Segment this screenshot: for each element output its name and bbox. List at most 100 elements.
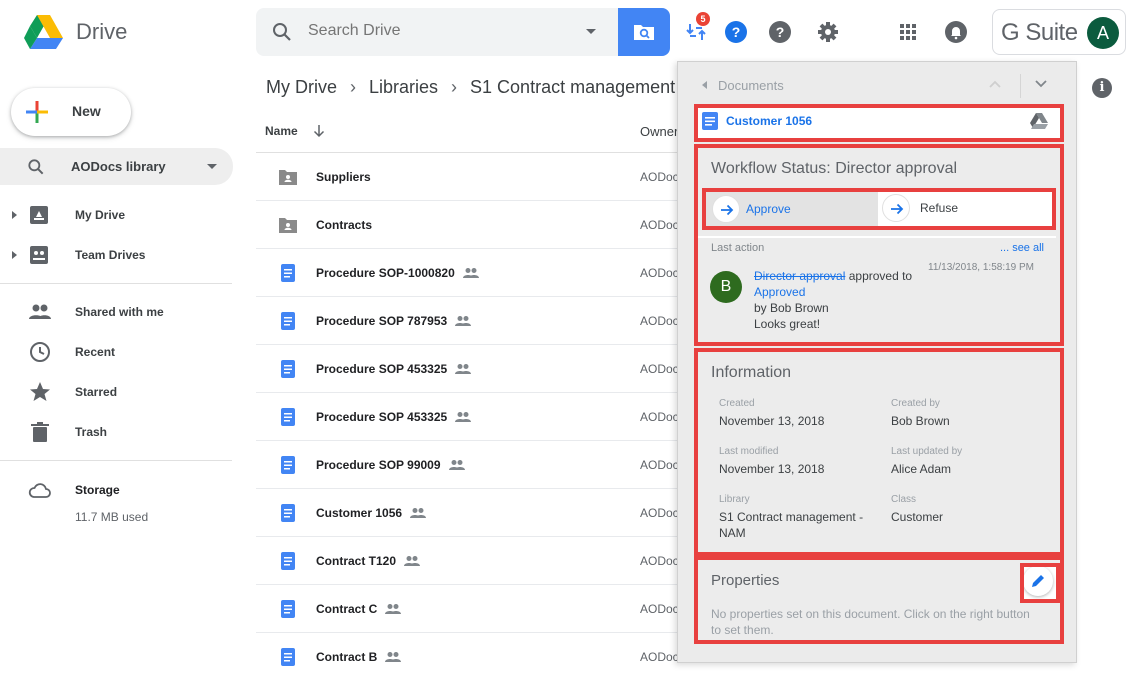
sidebar-item-label: Trash [75, 425, 108, 439]
table-row[interactable]: Procedure SOP 453325 AODocs [256, 345, 696, 393]
aodocs-search-button[interactable] [618, 8, 670, 56]
sidebar-item-recent[interactable]: Recent [0, 334, 240, 370]
search-options-dropdown-icon[interactable] [586, 29, 596, 34]
column-header-owner[interactable]: Owner [640, 124, 678, 139]
column-header-name[interactable]: Name [265, 124, 298, 138]
table-row[interactable]: Contract T120 AODocs [256, 537, 696, 585]
search-icon [273, 23, 291, 41]
file-name-text: Customer 1056 [316, 506, 403, 520]
sidebar-divider [0, 283, 232, 284]
drive-logo-icon[interactable] [24, 14, 64, 50]
table-row[interactable]: Suppliers AODocs [256, 153, 696, 201]
storage-label: Storage [75, 483, 120, 497]
expand-arrow-icon[interactable] [12, 211, 17, 219]
sidebar-item-label: Starred [75, 385, 118, 399]
table-row[interactable]: Procedure SOP-1000820 AODocs [256, 249, 696, 297]
chevron-right-icon: › [350, 77, 356, 97]
file-name-text: Contracts [316, 218, 373, 232]
search-box[interactable] [256, 8, 618, 56]
breadcrumb-item[interactable]: S1 Contract management [470, 77, 675, 97]
search-input[interactable] [308, 22, 568, 40]
table-row[interactable]: Procedure SOP 453325 AODocs [256, 393, 696, 441]
gsuite-label: G Suite [1001, 19, 1078, 46]
sidebar-item-trash[interactable]: Trash [0, 414, 240, 450]
folder-search-icon [634, 25, 654, 40]
document-icon [278, 359, 298, 379]
storage-used: 11.7 MB used [75, 510, 149, 524]
my-drive-icon [30, 206, 48, 224]
file-name: Customer 1056 [316, 506, 427, 522]
table-row[interactable]: Customer 1056 AODocs [256, 489, 696, 537]
svg-text:?: ? [776, 24, 785, 40]
panel-header-title[interactable]: Documents [718, 78, 784, 93]
file-name: Contract C [316, 602, 402, 618]
library-label: AODocs library [71, 159, 166, 174]
document-details-panel: Documents Customer 1056 Workflow Status:… [677, 61, 1077, 663]
breadcrumb: My Drive › Libraries › S1 Contract managemen… [266, 77, 675, 98]
star-icon [30, 382, 50, 401]
chevron-right-icon: › [451, 77, 458, 97]
file-name-text: Suppliers [316, 170, 371, 184]
people-icon [29, 304, 51, 319]
chevron-up-icon[interactable] [989, 79, 1001, 89]
table-row[interactable]: Contract C AODocs [256, 585, 696, 633]
document-icon [278, 407, 298, 427]
document-icon [278, 311, 298, 331]
clock-icon [30, 342, 50, 362]
file-name: Procedure SOP 453325 [316, 410, 472, 426]
file-name-text: Contract T120 [316, 554, 397, 568]
settings-gear-icon[interactable] [816, 20, 840, 44]
sidebar-item-shared-with-me[interactable]: Shared with me [0, 294, 240, 330]
sidebar-item-my-drive[interactable]: My Drive [0, 197, 240, 233]
shared-people-icon [455, 411, 472, 426]
file-name-text: Procedure SOP-1000820 [316, 266, 455, 280]
highlight-frame [694, 104, 1064, 142]
document-icon [278, 551, 298, 571]
expand-arrow-icon[interactable] [12, 251, 17, 259]
divider [1020, 74, 1021, 98]
shared-people-icon [448, 459, 465, 474]
file-name-text: Procedure SOP 787953 [316, 314, 448, 328]
info-icon[interactable]: i [1092, 78, 1112, 98]
sidebar-item-storage[interactable]: Storage [0, 472, 240, 508]
apps-grid-icon[interactable] [896, 20, 920, 44]
back-arrow-icon[interactable] [702, 81, 707, 89]
sidebar-item-team-drives[interactable]: Team Drives [0, 237, 240, 273]
sidebar-item-label: Shared with me [75, 305, 164, 319]
breadcrumb-item[interactable]: Libraries [369, 77, 438, 97]
table-row[interactable]: Procedure SOP 99009 AODocs [256, 441, 696, 489]
file-name-text: Procedure SOP 453325 [316, 410, 448, 424]
sidebar-divider [0, 460, 232, 461]
library-selector[interactable]: AODocs library [0, 148, 233, 185]
file-name: Suppliers [316, 170, 371, 184]
chevron-down-icon[interactable] [1035, 79, 1047, 89]
sort-arrow-down-icon[interactable] [312, 124, 326, 138]
team-drives-icon [30, 246, 48, 264]
sidebar-item-starred[interactable]: Starred [0, 374, 240, 410]
account-switcher[interactable]: G Suite A [992, 9, 1126, 55]
trash-icon [31, 422, 49, 442]
table-row[interactable]: Contracts AODocs [256, 201, 696, 249]
breadcrumb-item[interactable]: My Drive [266, 77, 337, 97]
aodocs-help-icon[interactable]: ? [724, 20, 748, 44]
panel-header: Documents [678, 62, 1076, 106]
table-row[interactable]: Contract B AODocs [256, 633, 696, 680]
file-name: Procedure SOP 99009 [316, 458, 465, 474]
notifications-bell-icon[interactable] [944, 20, 968, 44]
shared-people-icon [385, 651, 402, 666]
file-name: Procedure SOP-1000820 [316, 266, 479, 282]
chevron-down-icon [207, 164, 217, 169]
new-button[interactable]: New [11, 88, 131, 136]
notification-badge: 5 [696, 12, 710, 26]
shared-folder-icon [278, 215, 298, 235]
avatar[interactable]: A [1087, 17, 1119, 49]
table-row[interactable]: Procedure SOP 787953 AODocs [256, 297, 696, 345]
cloud-icon [28, 483, 51, 498]
file-name-text: Procedure SOP 99009 [316, 458, 441, 472]
top-bar: Drive 5 ? ? [0, 0, 1132, 64]
document-icon [278, 455, 298, 475]
sidebar-item-label: Team Drives [75, 248, 146, 262]
file-name: Procedure SOP 787953 [316, 314, 472, 330]
help-icon[interactable]: ? [768, 20, 792, 44]
file-list-header: Name Owner [256, 112, 696, 153]
